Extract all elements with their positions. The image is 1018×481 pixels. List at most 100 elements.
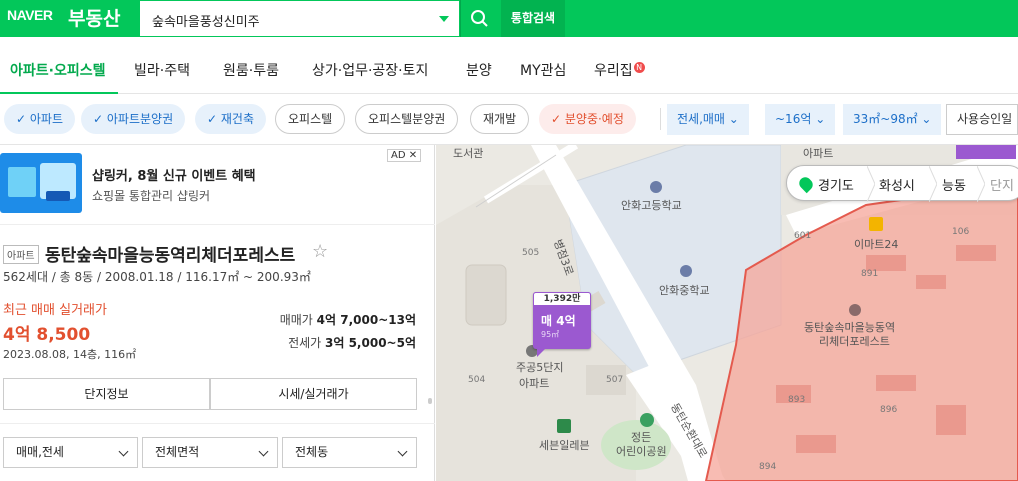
tab-presale[interactable]: 분양 [466, 60, 492, 80]
recent-trade-date: 2023.08.08, 14층, 116㎡ [3, 348, 137, 361]
close-icon[interactable]: ✕ [409, 150, 417, 161]
dropdown-label: ~16억 [775, 112, 812, 126]
chevron-down-icon [118, 446, 129, 457]
ad-image[interactable] [0, 153, 82, 213]
divider [0, 423, 435, 424]
price-marker[interactable]: 1,392만 매 4억 95㎡ [533, 292, 591, 357]
complex-meta: 562세대 / 총 8동 / 2008.01.18 / 116.17㎡ ~ 20… [3, 270, 311, 284]
building-number: 505 [522, 248, 540, 258]
breadcrumb-province[interactable]: 경기도 [818, 175, 854, 194]
divider [929, 166, 937, 202]
park-icon [640, 413, 654, 427]
search-box[interactable]: 숲속마을풍성신미주 [139, 0, 460, 37]
price-marker-area: 95㎡ [541, 330, 560, 339]
map-label-seven-eleven: 세븐일레븐 [539, 439, 590, 452]
area-dropdown[interactable]: 33㎡~98㎡ ⌄ [843, 104, 942, 135]
location-pin-icon [796, 174, 816, 194]
chevron-down-icon [258, 446, 269, 457]
breadcrumb-dong[interactable]: 능동 [942, 175, 966, 194]
ad-label: AD [391, 150, 406, 161]
price-dropdown[interactable]: ~16억 ⌄ [765, 104, 836, 135]
filter-chip-presale-scheduled[interactable]: ✓ 분양중·예정 [539, 104, 636, 134]
filter-chip-officetel-presale[interactable]: 오피스텔분양권 [355, 104, 459, 134]
filter-chip-label: 분양중·예정 [564, 112, 624, 126]
divider [660, 108, 661, 130]
filter-chip-officetel[interactable]: 오피스텔 [275, 104, 346, 134]
tab-my-home-label: 우리집 [594, 63, 633, 79]
divider [977, 166, 985, 202]
recent-trade-price: 4억 8,500 [3, 325, 91, 345]
map-label-complex-2: 리체더포레스트 [819, 335, 890, 348]
scrollbar-thumb[interactable] [428, 398, 432, 404]
breadcrumb-complex[interactable]: 단지 [990, 175, 1014, 194]
main-nav: 아파트·오피스텔 빌라·주택 원룸·투룸 상가·업무·공장·토지 분양 MY관심… [0, 37, 1018, 94]
tab-price-history[interactable]: 시세/실거래가 [210, 378, 417, 410]
marker-tail [537, 349, 545, 357]
tab-commercial[interactable]: 상가·업무·공장·토지 [312, 60, 428, 80]
ad-title[interactable]: 샵링커, 8월 신규 이벤트 혜택 [92, 165, 256, 184]
recent-trade-label: 최근 매매 실거래가 [3, 303, 107, 318]
tab-oneroom[interactable]: 원룸·투룸 [223, 60, 279, 80]
map-label-emart24: 이마트24 [854, 238, 899, 251]
chevron-down-icon[interactable] [439, 16, 449, 22]
top-bar: NAVER 부동산 숲속마을풍성신미주 통합검색 [0, 0, 1018, 37]
approval-date-dropdown[interactable]: 사용승인일 [946, 104, 1018, 135]
map-label-top: 도서관 [453, 147, 484, 160]
filter-chip-label: 아파트 [29, 112, 63, 126]
sale-price-row: 매매가 4억 7,000~13억 [280, 311, 416, 328]
tab-apartment-officetel[interactable]: 아파트·오피스텔 [10, 60, 105, 80]
area-select[interactable]: 전체면적 [142, 437, 278, 468]
building-number: 507 [606, 375, 624, 385]
check-icon: ✓ [16, 112, 30, 126]
dropdown-label: 33㎡~98㎡ [853, 112, 918, 126]
building-select[interactable]: 전체동 [282, 437, 417, 468]
filter-bar: ✓ 아파트 ✓ 아파트분양권 ✓ 재건축 오피스텔 오피스텔분양권 재개발 ✓ … [0, 94, 1018, 145]
tab-my-interest[interactable]: MY관심 [520, 60, 566, 80]
map-label-top-right: 아파트 [803, 147, 834, 160]
jeonse-price-value: 3억 5,000~5억 [325, 336, 416, 350]
trade-type-dropdown[interactable]: 전세,매매 ⌄ [667, 104, 749, 135]
ad-description[interactable]: 쇼핑몰 통합관리 샵링커 [92, 187, 210, 204]
ad-tag[interactable]: AD ✕ [387, 149, 422, 162]
filter-chip-apt-presale-right[interactable]: ✓ 아파트분양권 [81, 104, 186, 134]
filter-chip-rebuild[interactable]: ✓ 재건축 [195, 104, 266, 134]
trade-type-select[interactable]: 매매,전세 [3, 437, 138, 468]
ad-banner[interactable]: 샵링커, 8월 신규 이벤트 혜택 쇼핑몰 통합관리 샵링커 AD ✕ [0, 145, 435, 225]
check-icon: ✓ [551, 112, 565, 126]
emart24-icon [869, 217, 883, 231]
tab-villa-house[interactable]: 빌라·주택 [134, 60, 190, 80]
jeonse-price-label: 전세가 [288, 336, 322, 350]
filter-chip-redevelop[interactable]: 재개발 [470, 104, 530, 134]
filter-chip-apartment[interactable]: ✓ 아파트 [4, 104, 75, 134]
select-label: 전체면적 [155, 445, 200, 459]
map-view[interactable]: 도서관 아파트 안화고등학교 안화중학교 병점3로 동탄순환대로 주공5단지 아… [436, 145, 1018, 481]
naver-logo[interactable]: NAVER [7, 7, 53, 23]
filter-chip-label: 아파트분양권 [106, 112, 174, 126]
service-title[interactable]: 부동산 [68, 4, 120, 31]
building-number: 893 [788, 395, 806, 405]
building-number: 896 [880, 405, 898, 415]
school-icon [680, 265, 692, 277]
check-icon: ✓ [93, 112, 107, 126]
map-label-high-school: 안화고등학교 [621, 199, 682, 212]
total-search-button[interactable]: 통합검색 [501, 0, 565, 37]
region-breadcrumb[interactable]: 경기도 화성시 능동 단지 [786, 165, 1018, 202]
breadcrumb-city[interactable]: 화성시 [879, 175, 915, 194]
convenience-store-icon [557, 419, 571, 433]
map-label-apt5-1: 주공5단지 [516, 361, 564, 374]
tab-complex-info[interactable]: 단지정보 [3, 378, 210, 410]
dropdown-label: 전세,매매 [677, 112, 725, 126]
star-icon[interactable]: ☆ [312, 241, 328, 262]
search-icon [471, 10, 488, 27]
search-input[interactable]: 숲속마을풍성신미주 [152, 11, 260, 30]
new-badge: N [633, 62, 645, 73]
sale-price-value: 4억 7,000~13억 [316, 313, 416, 327]
select-label: 매매,전세 [16, 445, 64, 459]
map-label-apt5-2: 아파트 [519, 377, 550, 390]
building-number: 504 [468, 375, 486, 385]
search-button[interactable] [460, 0, 497, 37]
building-number: 601 [794, 231, 812, 241]
tab-my-home[interactable]: 우리집 N [594, 60, 645, 80]
divider [867, 166, 875, 202]
building-number: 106 [952, 227, 970, 237]
